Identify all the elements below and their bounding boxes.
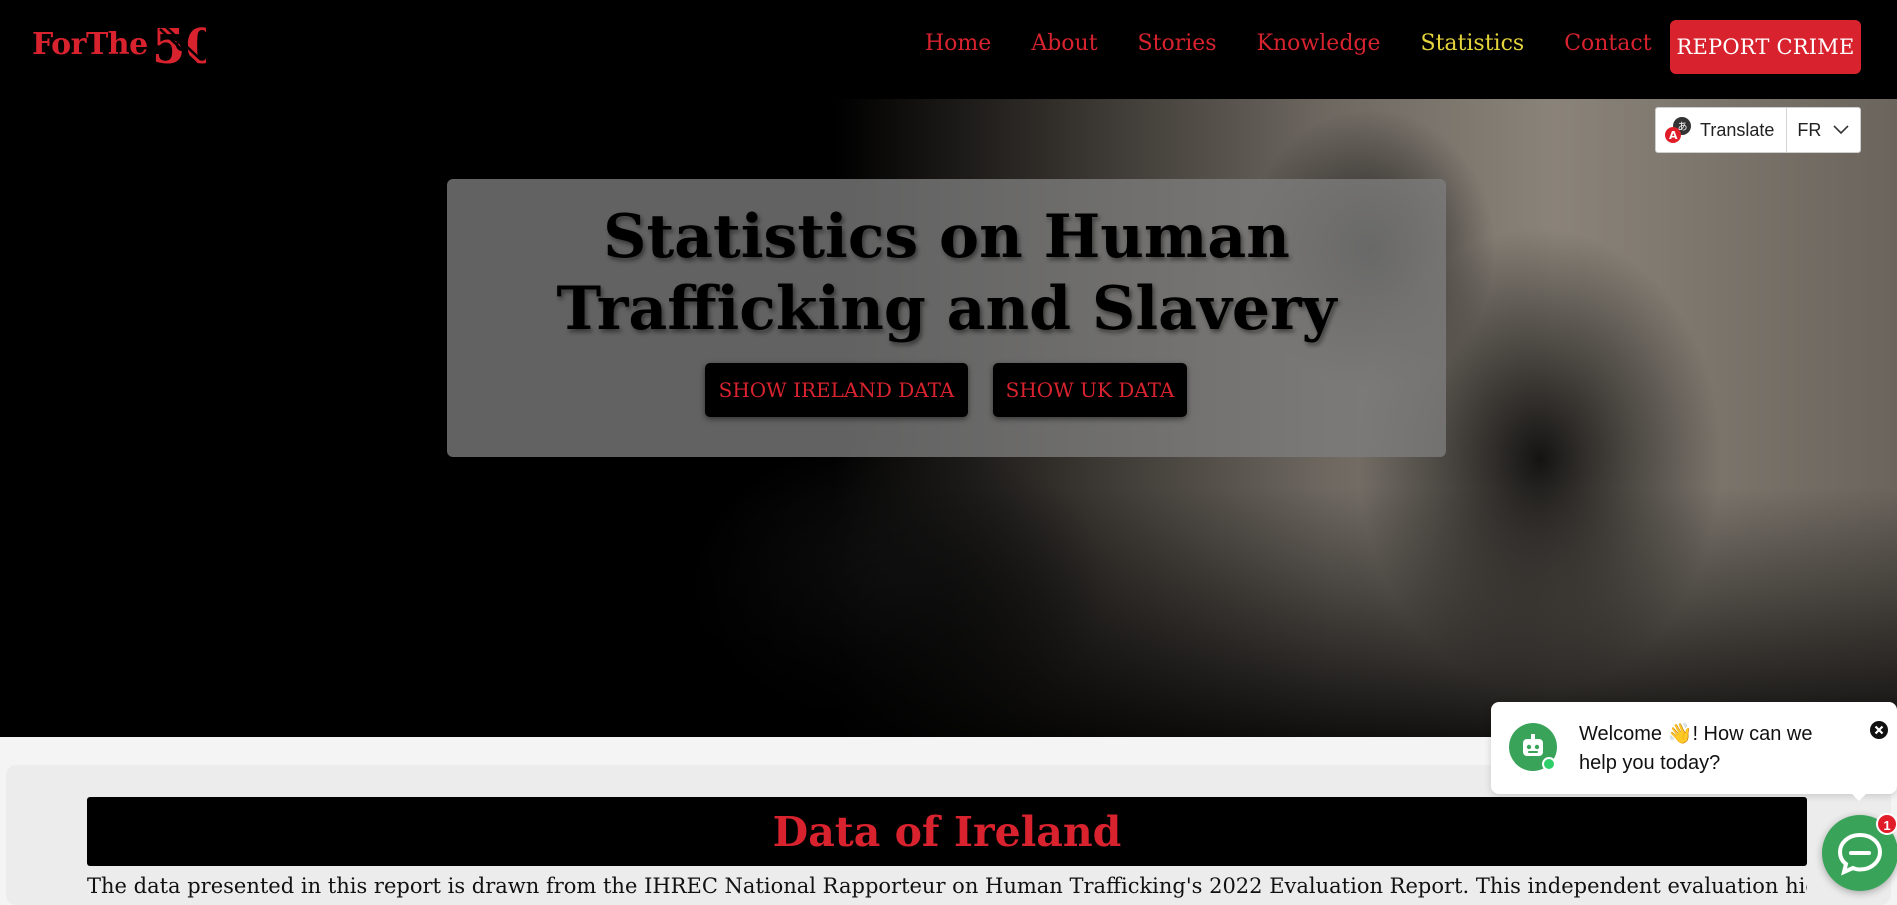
- show-ireland-data-button[interactable]: SHOW IRELAND DATA: [705, 363, 968, 417]
- online-status-dot: [1542, 757, 1556, 771]
- nav-home[interactable]: Home: [925, 26, 991, 62]
- translate-widget[interactable]: あ A Translate FR: [1655, 107, 1861, 153]
- nav-statistics[interactable]: Statistics: [1421, 26, 1525, 62]
- language-select-value[interactable]: FR: [1797, 120, 1821, 141]
- page-title: Statistics on Human Trafficking and Slav…: [556, 202, 1337, 344]
- hero-gradient-overlay: [0, 487, 1897, 737]
- svg-text:A: A: [1669, 129, 1678, 142]
- nav-contact[interactable]: Contact: [1564, 26, 1651, 62]
- show-uk-data-button[interactable]: SHOW UK DATA: [993, 363, 1187, 417]
- translate-divider: [1786, 108, 1788, 152]
- logo-number: 50: [152, 19, 206, 69]
- chat-welcome-text: Welcome 👋! How can we help you today?: [1579, 723, 1813, 774]
- main-menu: Home About Stories Knowledge Statistics …: [925, 26, 1692, 62]
- close-icon[interactable]: [1869, 720, 1889, 740]
- chat-welcome-bubble[interactable]: Welcome 👋! How can we help you today?: [1491, 702, 1897, 794]
- chat-bubble-tail: [1848, 790, 1870, 801]
- report-crime-button[interactable]: REPORT CRIME: [1670, 20, 1861, 74]
- translate-icon: あ A: [1664, 116, 1692, 144]
- logo-text: ForThe: [32, 26, 148, 62]
- top-navbar: ForThe 50 Home About Stories Knowledge S…: [0, 0, 1897, 99]
- data-section-title: Data of Ireland: [772, 807, 1122, 856]
- data-intro-text: The data presented in this report is dra…: [87, 874, 1807, 898]
- chevron-down-icon[interactable]: [1833, 125, 1849, 135]
- site-logo[interactable]: ForThe 50: [32, 18, 206, 70]
- nav-about[interactable]: About: [1031, 26, 1097, 62]
- nav-stories[interactable]: Stories: [1138, 26, 1217, 62]
- unread-count-badge: 1: [1876, 813, 1897, 835]
- data-section-header: Data of Ireland: [87, 797, 1807, 866]
- translate-label: Translate: [1700, 119, 1775, 140]
- logo-50-mark: 50: [152, 19, 206, 69]
- hero-card: Statistics on Human Trafficking and Slav…: [447, 179, 1446, 457]
- nav-knowledge[interactable]: Knowledge: [1257, 26, 1381, 62]
